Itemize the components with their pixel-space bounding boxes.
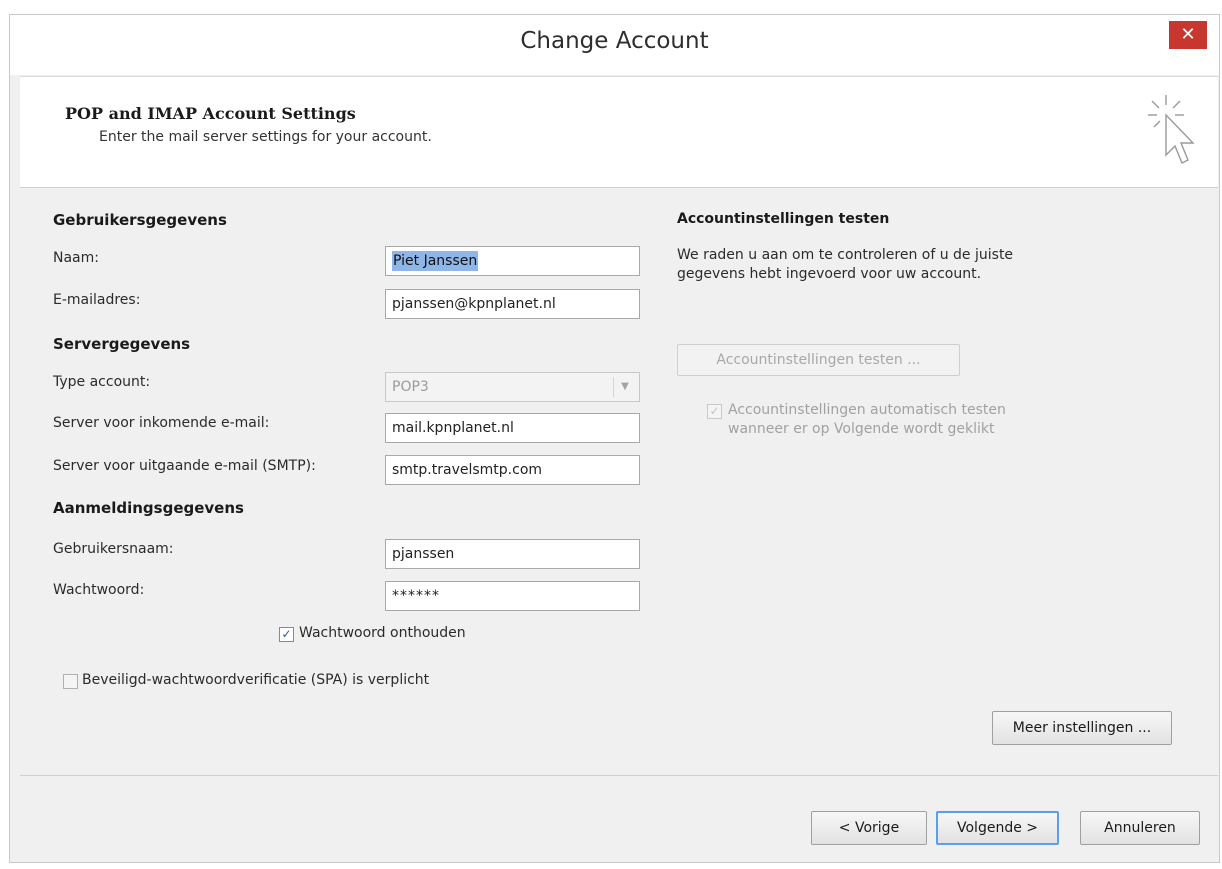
back-button[interactable]: < Vorige bbox=[811, 811, 927, 845]
header-title: POP and IMAP Account Settings bbox=[65, 104, 356, 123]
incoming-server-label: Server voor inkomende e-mail: bbox=[53, 415, 270, 431]
password-field[interactable]: ****** bbox=[385, 581, 640, 611]
title-bar: Change Account ✕ bbox=[10, 15, 1219, 75]
account-type-select: POP3 ▼ bbox=[385, 372, 640, 402]
checkmark-icon: ✓ bbox=[709, 404, 720, 418]
auto-test-label-line1: Accountinstellingen automatisch testen bbox=[728, 402, 1006, 418]
username-label: Gebruikersnaam: bbox=[53, 541, 174, 557]
email-field[interactable]: pjanssen@kpnplanet.nl bbox=[385, 289, 640, 319]
password-label: Wachtwoord: bbox=[53, 582, 145, 598]
footer-divider bbox=[20, 775, 1218, 776]
spa-label: Beveiligd-wachtwoordverificatie (SPA) is… bbox=[82, 672, 430, 688]
test-account-button: Accountinstellingen testen ... bbox=[677, 344, 960, 376]
remember-password-label: Wachtwoord onthouden bbox=[299, 625, 466, 641]
account-type-value: POP3 bbox=[392, 379, 429, 395]
window-title: Change Account bbox=[520, 28, 709, 54]
name-field[interactable]: Piet Janssen bbox=[385, 246, 640, 276]
next-button[interactable]: Volgende > bbox=[936, 811, 1059, 845]
change-account-dialog: Change Account ✕ POP and IMAP Account Se… bbox=[9, 14, 1220, 863]
outgoing-server-field[interactable]: smtp.travelsmtp.com bbox=[385, 455, 640, 485]
user-info-heading: Gebruikersgegevens bbox=[53, 211, 227, 229]
remember-password-checkbox[interactable]: ✓ bbox=[279, 627, 294, 642]
close-button[interactable]: ✕ bbox=[1169, 21, 1207, 49]
close-icon: ✕ bbox=[1180, 24, 1196, 45]
name-label: Naam: bbox=[53, 250, 99, 266]
more-settings-button[interactable]: Meer instellingen ... bbox=[992, 711, 1172, 745]
name-value: Piet Janssen bbox=[392, 251, 479, 271]
test-settings-heading: Accountinstellingen testen bbox=[677, 211, 890, 227]
outgoing-server-label: Server voor uitgaande e-mail (SMTP): bbox=[53, 458, 316, 474]
auto-test-checkbox: ✓ bbox=[707, 404, 722, 419]
cancel-button[interactable]: Annuleren bbox=[1080, 811, 1200, 845]
wizard-cursor-icon bbox=[1148, 95, 1195, 164]
chevron-down-icon: ▼ bbox=[613, 377, 636, 397]
auto-test-label-line2: wanneer er op Volgende wordt geklikt bbox=[728, 421, 995, 437]
email-label: E-mailadres: bbox=[53, 292, 141, 308]
server-info-heading: Servergegevens bbox=[53, 335, 191, 353]
test-description-line1: We raden u aan om te controleren of u de… bbox=[677, 247, 1014, 263]
test-description-line2: gegevens hebt ingevoerd voor uw account. bbox=[677, 266, 982, 282]
checkmark-icon: ✓ bbox=[281, 627, 292, 641]
spa-checkbox[interactable] bbox=[63, 674, 78, 689]
header-subtitle: Enter the mail server settings for your … bbox=[99, 129, 432, 145]
incoming-server-field[interactable]: mail.kpnplanet.nl bbox=[385, 413, 640, 443]
wizard-header: POP and IMAP Account Settings Enter the … bbox=[20, 76, 1218, 188]
login-info-heading: Aanmeldingsgegevens bbox=[53, 499, 244, 517]
username-field[interactable]: pjanssen bbox=[385, 539, 640, 569]
account-type-label: Type account: bbox=[53, 374, 151, 390]
